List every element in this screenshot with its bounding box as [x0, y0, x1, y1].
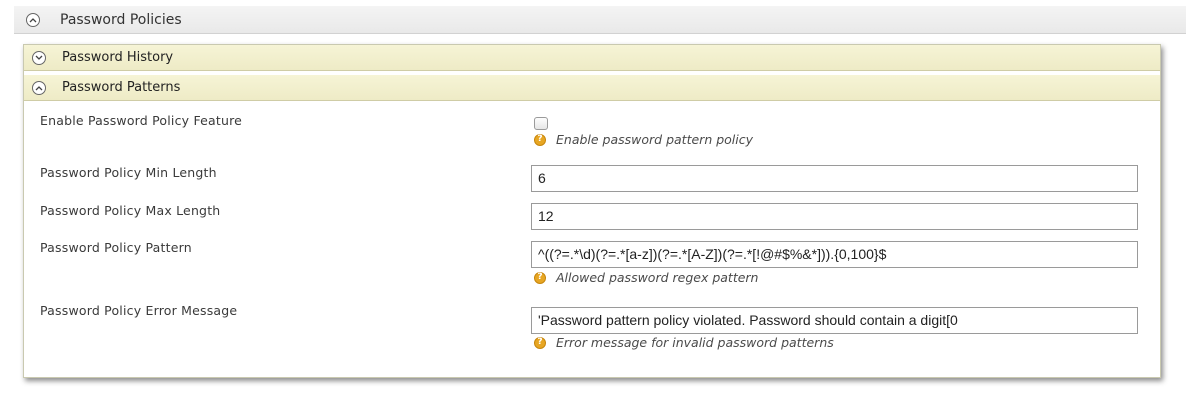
enable-policy-label: Enable Password Policy Feature — [40, 113, 243, 128]
error-message-input[interactable]: 'Password pattern policy violated. Passw… — [531, 307, 1138, 334]
error-message-hint: ? Error message for invalid password pat… — [534, 335, 834, 350]
pattern-hint: ? Allowed password regex pattern — [534, 270, 758, 285]
pattern-input[interactable]: ^((?=.*\d)(?=.*[a-z])(?=.*[A-Z])(?=.*[!@… — [531, 241, 1138, 268]
min-length-input[interactable]: 6 — [531, 165, 1138, 192]
pattern-label: Password Policy Pattern — [40, 240, 192, 255]
min-length-label: Password Policy Min Length — [40, 165, 217, 180]
password-patterns-header[interactable]: Password Patterns — [24, 75, 1160, 101]
enable-policy-checkbox[interactable] — [534, 117, 548, 130]
pattern-hint-text: Allowed password regex pattern — [556, 270, 759, 285]
chevron-up-icon[interactable] — [32, 80, 46, 95]
section-title: Password Policies — [60, 11, 182, 28]
chevron-up-icon[interactable] — [26, 12, 40, 27]
error-message-hint-text: Error message for invalid password patte… — [556, 335, 834, 350]
password-policies-page: Password Policies Password History Passw… — [0, 0, 1186, 399]
password-patterns-title: Password Patterns — [62, 80, 181, 95]
password-history-title: Password History — [62, 50, 174, 65]
error-message-label: Password Policy Error Message — [40, 303, 238, 318]
help-icon: ? — [534, 336, 546, 349]
help-icon: ? — [534, 133, 546, 146]
password-settings-panel: Password History Password Patterns Enabl… — [23, 44, 1161, 378]
chevron-down-icon[interactable] — [32, 50, 46, 65]
password-history-header[interactable]: Password History — [24, 45, 1160, 71]
password-policies-header[interactable]: Password Policies — [14, 6, 1186, 34]
max-length-label: Password Policy Max Length — [40, 203, 221, 218]
enable-policy-hint: ? Enable password pattern policy — [534, 132, 753, 147]
enable-policy-hint-text: Enable password pattern policy — [556, 132, 754, 147]
help-icon: ? — [534, 271, 546, 284]
max-length-input[interactable]: 12 — [531, 203, 1138, 230]
